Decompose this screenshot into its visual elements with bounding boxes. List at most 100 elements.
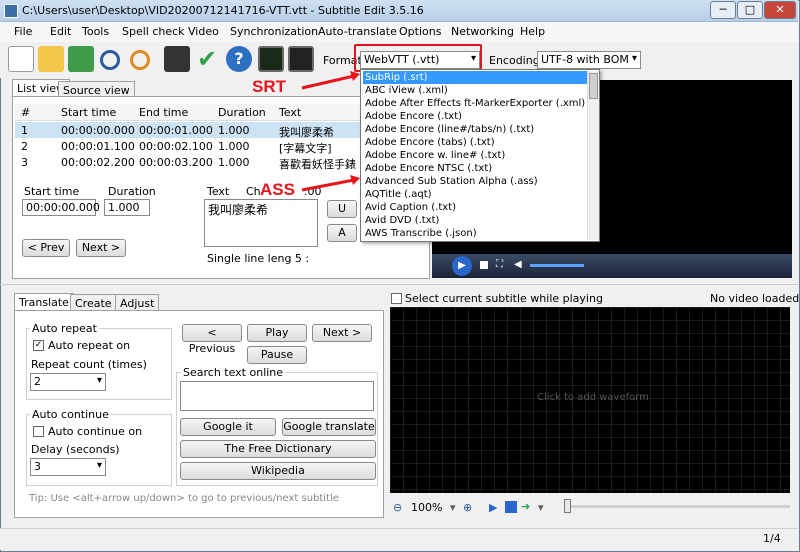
format-option-ass[interactable]: Advanced Sub Station Alpha (.ass) <box>363 175 587 188</box>
repeat-count-label: Repeat count (times) <box>31 358 147 371</box>
google-it-button[interactable]: Google it <box>180 418 276 436</box>
format-option[interactable]: AQTitle (.aqt) <box>363 188 587 201</box>
dropdown-scrollbar[interactable] <box>587 71 599 240</box>
maximize-button[interactable]: □ <box>737 1 763 19</box>
visual-sync-icon[interactable] <box>164 46 190 72</box>
close-button[interactable]: ✕ <box>764 1 796 19</box>
play-button[interactable]: Play <box>247 324 307 342</box>
header-duration[interactable]: Duration <box>218 106 266 119</box>
format-option[interactable]: Adobe Encore NTSC (.txt) <box>363 162 587 175</box>
zoom-in-icon[interactable]: ⊕ <box>463 501 472 514</box>
menu-networking[interactable]: Networking <box>451 25 514 38</box>
menu-bar: File Edit Tools Spell check Video Synchr… <box>0 22 798 42</box>
menu-video[interactable]: Video <box>188 25 219 38</box>
format-option[interactable]: Adobe Encore (.txt) <box>363 110 587 123</box>
srt-arrow-icon <box>301 71 360 90</box>
grid-icon[interactable] <box>505 501 517 513</box>
search-text-input[interactable] <box>180 381 374 411</box>
tip-text: Tip: Use <alt+arrow up/down> to go to pr… <box>29 493 339 504</box>
splitter[interactable] <box>0 284 798 285</box>
pause-button[interactable]: Pause <box>247 346 307 364</box>
format-option[interactable]: Adobe Encore (line#/tabs/n) (.txt) <box>363 123 587 136</box>
header-end[interactable]: End time <box>139 106 188 119</box>
menu-help[interactable]: Help <box>520 25 545 38</box>
play-waveform-icon[interactable]: ▶ <box>489 501 497 514</box>
auto-continue-checkbox[interactable] <box>33 426 44 437</box>
title-bar: C:\Users\user\Desktop\VID20200712141716-… <box>0 0 798 22</box>
prev-button[interactable]: < Prev <box>22 239 70 257</box>
header-number[interactable]: # <box>21 106 30 119</box>
spell-check-icon[interactable]: ✔ <box>194 46 220 72</box>
menu-edit[interactable]: Edit <box>50 25 71 38</box>
new-file-icon[interactable] <box>8 46 34 72</box>
window-title: C:\Users\user\Desktop\VID20200712141716-… <box>22 4 424 17</box>
free-dictionary-button[interactable]: The Free Dictionary <box>180 440 376 458</box>
video-toggle-icon[interactable] <box>288 46 314 72</box>
next-subtitle-button[interactable]: Next > <box>312 324 372 342</box>
waveform-position-slider[interactable] <box>566 505 790 508</box>
volume-icon[interactable]: ◀ <box>514 259 522 270</box>
play-icon[interactable]: ▶ <box>452 256 472 276</box>
previous-button[interactable]: < Previous <box>182 324 242 355</box>
wikipedia-button[interactable]: Wikipedia <box>180 462 376 480</box>
single-line-length: Single line leng 5 : <box>207 252 310 265</box>
delay-label: Delay (seconds) <box>31 443 120 456</box>
video-controls: ▶ ⛶ ◀ <box>432 254 792 278</box>
auto-repeat-checkbox[interactable]: ✓ <box>33 340 44 351</box>
open-folder-icon[interactable] <box>38 46 64 72</box>
subtitle-text-area[interactable]: 我叫廖柔希 <box>204 199 318 247</box>
unbreak-button[interactable]: U <box>327 200 357 218</box>
minimize-button[interactable]: ─ <box>710 1 736 19</box>
select-current-checkbox[interactable] <box>391 293 402 304</box>
format-option[interactable]: Avid DVD (.txt) <box>363 214 587 227</box>
scrollbar-thumb[interactable] <box>589 73 598 99</box>
menu-tools[interactable]: Tools <box>82 25 109 38</box>
auto-break-button[interactable]: A <box>327 224 357 242</box>
click-add-waveform-label: Click to add waveform <box>537 392 649 403</box>
delay-select[interactable]: 3 <box>30 458 106 476</box>
text-label: Text <box>207 185 230 198</box>
format-option[interactable]: ABC iView (.xml) <box>363 84 587 97</box>
replace-icon[interactable] <box>130 50 150 70</box>
find-icon[interactable] <box>100 50 120 70</box>
format-option-srt[interactable]: SubRip (.srt) <box>363 71 587 84</box>
zoom-out-icon[interactable]: ⊖ <box>393 501 402 514</box>
zoom-level-select[interactable]: 100% <box>411 501 442 514</box>
header-text[interactable]: Text <box>279 106 301 119</box>
repeat-count-select[interactable]: 2 <box>30 373 106 391</box>
start-time-field[interactable]: 00:00:00.000 <box>22 199 100 216</box>
format-option[interactable]: AWS Transcribe (.json) <box>363 227 587 240</box>
format-option[interactable]: Adobe Encore w. line# (.txt) <box>363 149 587 162</box>
ass-annotation: ASS <box>260 180 295 199</box>
format-option[interactable]: Avid Caption (.txt) <box>363 201 587 214</box>
google-translate-button[interactable]: Google translate <box>282 418 376 436</box>
format-dropdown-list: SubRip (.srt) ABC iView (.xml) Adobe Aft… <box>360 69 600 242</box>
fullscreen-icon[interactable]: ⛶ <box>496 259 503 270</box>
app-icon <box>4 4 18 18</box>
menu-spell-check[interactable]: Spell check <box>122 25 185 38</box>
menu-synchronization[interactable]: Synchronization <box>230 25 318 38</box>
menu-file[interactable]: File <box>14 25 32 38</box>
stop-icon[interactable] <box>480 261 488 269</box>
format-highlight-box <box>354 44 482 72</box>
forward-icon[interactable]: ➔ <box>521 500 530 513</box>
duration-field[interactable]: 1.000 <box>104 199 150 216</box>
search-online-heading: Search text online <box>181 366 286 379</box>
status-bar <box>0 528 798 550</box>
help-icon[interactable]: ? <box>226 46 252 72</box>
encoding-select[interactable]: UTF-8 with BOM <box>537 51 641 69</box>
next-button[interactable]: Next > <box>76 239 126 257</box>
save-icon[interactable] <box>68 46 94 72</box>
menu-auto-translate[interactable]: Auto-translate <box>318 25 397 38</box>
slider-thumb[interactable] <box>564 499 571 513</box>
waveform-toggle-icon[interactable] <box>258 46 284 72</box>
volume-slider[interactable] <box>530 264 584 267</box>
menu-options[interactable]: Options <box>399 25 441 38</box>
zoom-dropdown-icon[interactable]: ▾ <box>450 501 456 514</box>
format-option[interactable]: Adobe Encore (tabs) (.txt) <box>363 136 587 149</box>
auto-continue-on-label: Auto continue on <box>48 425 143 438</box>
select-current-label: Select current subtitle while playing <box>405 292 603 305</box>
header-start[interactable]: Start time <box>61 106 116 119</box>
forward-dropdown-icon[interactable]: ▾ <box>538 501 544 514</box>
format-option[interactable]: Adobe After Effects ft-MarkerExporter (.… <box>363 97 587 110</box>
